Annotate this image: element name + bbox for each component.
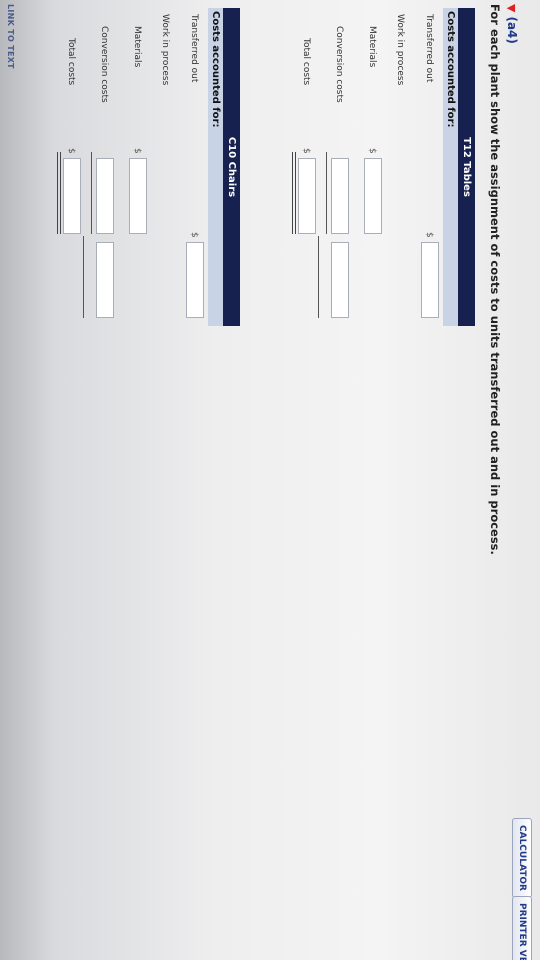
work-in-process-label: Work in process bbox=[395, 14, 405, 86]
section-title: C10 Chairs bbox=[223, 8, 240, 326]
c10-chairs-section: C10 Chairs Costs accounted for: Transfer… bbox=[52, 8, 240, 326]
total-costs-input[interactable] bbox=[298, 158, 316, 234]
question-number: ▼ (a4) bbox=[505, 4, 519, 44]
total-costs-label: Total costs bbox=[301, 38, 311, 86]
screen: CALCULATOR PRINTER VERS ▼ (a4) For each p… bbox=[0, 0, 540, 960]
conversion-costs-label: Conversion costs bbox=[334, 26, 344, 103]
printer-version-button[interactable]: PRINTER VERS bbox=[512, 896, 532, 960]
work-in-process-row: Work in process bbox=[151, 8, 175, 326]
work-in-process-label: Work in process bbox=[160, 14, 170, 86]
assignment-page: CALCULATOR PRINTER VERS ▼ (a4) For each p… bbox=[0, 0, 540, 960]
total-costs-label: Total costs bbox=[66, 38, 76, 86]
question-instruction: For each plant show the assignment of co… bbox=[488, 4, 502, 555]
question-number-label: (a4) bbox=[505, 16, 519, 44]
total-costs-input[interactable] bbox=[63, 158, 81, 234]
subtotal-underline bbox=[326, 152, 327, 234]
costs-accounted-header: Costs accounted for: bbox=[208, 8, 223, 326]
conversion-costs-row: Conversion costs bbox=[320, 8, 353, 326]
calculator-button[interactable]: CALCULATOR bbox=[512, 818, 532, 898]
conversion-costs-label: Conversion costs bbox=[99, 26, 109, 103]
materials-row: Materials $ bbox=[118, 8, 151, 326]
transferred-out-label: Transferred out bbox=[424, 14, 434, 83]
subtotal-underline bbox=[91, 152, 92, 234]
costs-accounted-header: Costs accounted for: bbox=[443, 8, 458, 326]
transferred-out-row: Transferred out $ bbox=[410, 8, 443, 326]
conversion-costs-input[interactable] bbox=[96, 158, 114, 234]
dollar-sign: $ bbox=[367, 148, 377, 154]
total-costs-row: Total costs $ bbox=[287, 8, 320, 326]
materials-label: Materials bbox=[367, 26, 377, 68]
materials-input[interactable] bbox=[129, 158, 147, 234]
section-title: T12 Tables bbox=[458, 8, 475, 326]
materials-label: Materials bbox=[132, 26, 142, 68]
materials-input[interactable] bbox=[364, 158, 382, 234]
total-double-underline bbox=[57, 152, 61, 234]
work-in-process-row: Work in process bbox=[386, 8, 410, 326]
transferred-out-label: Transferred out bbox=[189, 14, 199, 83]
link-to-text[interactable]: LINK TO TEXT bbox=[6, 4, 15, 69]
transferred-out-input[interactable] bbox=[186, 242, 204, 318]
dollar-sign: $ bbox=[301, 148, 311, 154]
collapse-triangle-icon[interactable]: ▼ bbox=[505, 4, 518, 12]
dollar-sign: $ bbox=[66, 148, 76, 154]
wip-total-input[interactable] bbox=[331, 242, 349, 318]
conversion-costs-input[interactable] bbox=[331, 158, 349, 234]
dollar-sign: $ bbox=[189, 232, 199, 238]
total-underline bbox=[83, 236, 84, 318]
total-underline bbox=[318, 236, 319, 318]
wip-total-input[interactable] bbox=[96, 242, 114, 318]
dollar-sign: $ bbox=[424, 232, 434, 238]
t12-tables-section: T12 Tables Costs accounted for: Transfer… bbox=[287, 8, 475, 326]
materials-row: Materials $ bbox=[353, 8, 386, 326]
conversion-costs-row: Conversion costs bbox=[85, 8, 118, 326]
transferred-out-row: Transferred out $ bbox=[175, 8, 208, 326]
transferred-out-input[interactable] bbox=[421, 242, 439, 318]
total-double-underline bbox=[292, 152, 296, 234]
total-costs-row: Total costs $ bbox=[52, 8, 85, 326]
dollar-sign: $ bbox=[132, 148, 142, 154]
